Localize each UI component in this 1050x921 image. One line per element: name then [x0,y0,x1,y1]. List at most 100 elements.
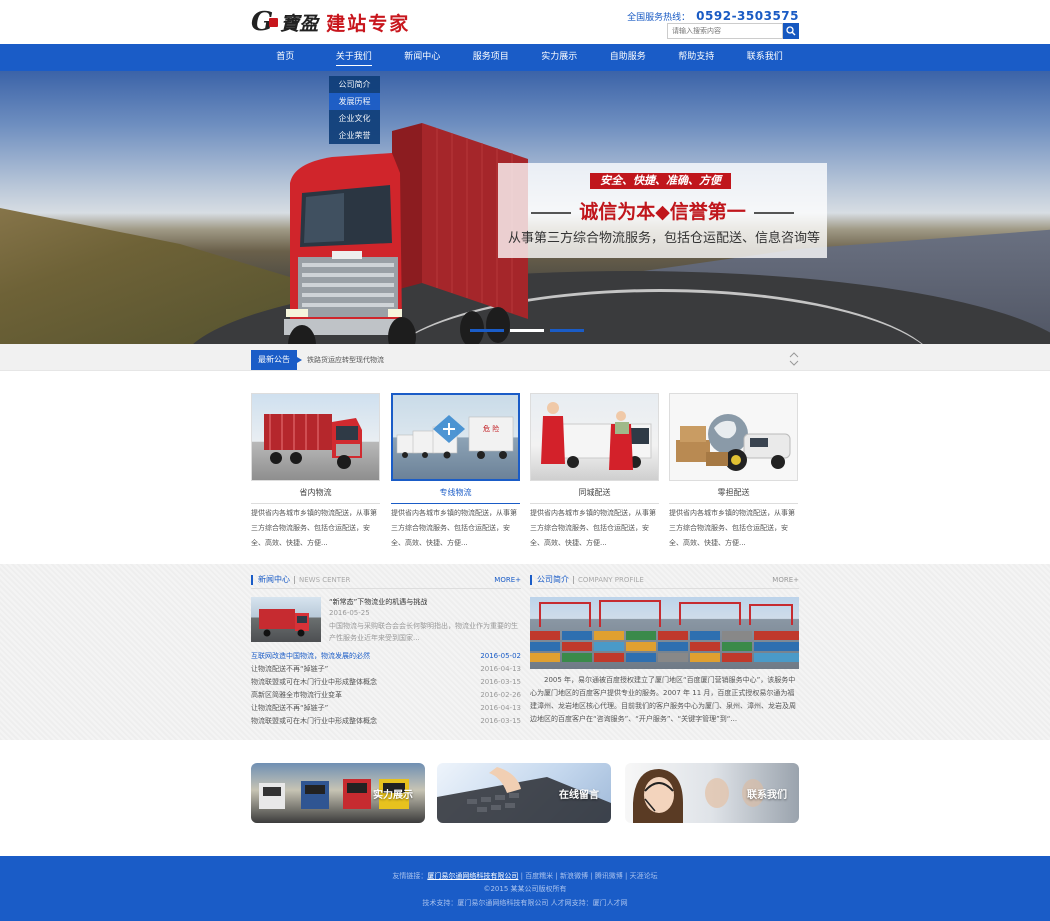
trucks-fleet-icon: 危 险 [396,415,514,459]
logo-seal-icon [269,17,279,27]
news-list-item[interactable]: 让物流配送不再“掉链子” 2016-04-13 [251,663,521,676]
service-card[interactable]: 同城配送 提供省内各城市乡镇的物流配送，从事第三方综合物流服务、包括仓运配送，安… [530,393,659,551]
nav-list: 首页 关于我们 新闻中心 服务项目 实力展示 自助服务 帮助支持 联系我们 [251,44,799,71]
nav-item-self-service[interactable]: 自助服务 [594,44,663,71]
friend-links-label: 友情链接： [392,872,428,880]
search-button[interactable] [783,23,799,39]
news-list: 互联网改造中国物流，物流发展的必然 2016-05-02 让物流配送不再“掉链子”… [251,650,521,728]
news-header: 新闻中心 NEWS CENTER MORE+ [251,575,521,589]
service-image-dedicated[interactable]: 危 险 [391,393,520,481]
logo-text: 建站专家 [326,12,411,35]
friend-link[interactable]: 厦门易尔通网络科技有限公司 [427,872,518,880]
news-list-item[interactable]: 高新区简雅全市物流行业变革 2016-02-26 [251,689,521,702]
news-list-item[interactable]: 物流联盟或可在木门行业中形成整体概念 2016-03-15 [251,715,521,728]
news-item-title[interactable]: 让物流配送不再“掉链子” [251,663,328,676]
service-card[interactable]: 省内物流 提供省内各城市乡镇的物流配送，从事第三方综合物流服务、包括仓运配送，安… [251,393,380,551]
friend-links: 友情链接：厦门易尔通网络科技有限公司 | 百度糯米 | 新浪微博 | 腾讯微博 … [392,872,658,880]
service-name[interactable]: 同城配送 [530,481,659,504]
service-name[interactable]: 专线物流 [391,481,520,504]
news-item-title[interactable]: 高新区简雅全市物流行业变革 [251,689,342,702]
banner-slogan: 安全、快捷、准确、方便 诚信为本◆信誉第一 从事第三方综合物流服务，包括仓运配送… [498,163,827,258]
news-item-title[interactable]: 物流联盟或可在木门行业中形成整体概念 [251,715,377,728]
nav-item-home[interactable]: 首页 [251,44,320,71]
service-card[interactable]: 危 险 专线物流 提供省内各城市乡镇的物流配送，从事第三方综合物流服务、包括仓运… [391,393,520,551]
search-input[interactable] [667,23,783,39]
truck-icon [264,414,362,469]
feature-contact[interactable]: 联系我们 [625,763,799,823]
news-list-item[interactable]: 让物流配送不再“掉链子” 2016-04-13 [251,702,521,715]
news-item-date: 2016-04-13 [480,704,521,712]
service-name[interactable]: 零担配送 [669,481,798,504]
dropdown-item-profile[interactable]: 公司简介 [329,76,380,93]
hotline-number: 0592-3503575 [696,9,799,23]
slogan-tag: 安全、快捷、准确、方便 [590,173,731,189]
friend-link[interactable]: 百度糯米 [525,872,553,880]
company-title: 公司简介 COMPANY PROFILE [530,575,644,585]
news-item-title[interactable]: 互联网改造中国物流，物流发展的必然 [251,650,370,663]
nav-item-contact[interactable]: 联系我们 [731,44,800,71]
slogan-subtitle: 从事第三方综合物流服务，包括仓运配送、信息咨询等 [507,231,820,246]
main-nav: 首页 关于我们 新闻中心 服务项目 实力展示 自助服务 帮助支持 联系我们 [0,44,1050,71]
about-dropdown-menu: 公司简介 发展历程 企业文化 企业荣誉 [329,76,380,144]
logo-calligraphy: 寶盈 [280,12,319,35]
dropdown-item-honors[interactable]: 企业荣誉 [329,127,380,144]
dropdown-item-culture[interactable]: 企业文化 [329,110,380,127]
notice-bar: 最新公告 铁路货运应转型现代物流 [0,344,1050,371]
service-image-city[interactable] [530,393,659,481]
news-featured-summary: 中国物流与采购联合会会长何黎明指出，物流业作为重要的生产性服务业近年来受到国家.… [329,622,518,642]
nav-item-services[interactable]: 服务项目 [457,44,526,71]
feature-strength[interactable]: 实力展示 [251,763,425,823]
service-desc: 提供省内各城市乡镇的物流配送，从事第三方综合物流服务、包括仓运配送，安全、高效、… [669,509,795,547]
service-card[interactable]: 零担配送 提供省内各城市乡镇的物流配送，从事第三方综合物流服务、包括仓运配送，安… [669,393,798,551]
banner-dot[interactable] [510,329,544,332]
company-more-link[interactable]: MORE+ [772,576,799,584]
copyright: ©2015 某某公司版权所有 [483,885,567,893]
friend-link[interactable]: 新浪微博 [560,872,588,880]
news-list-item[interactable]: 互联网改造中国物流，物流发展的必然 2016-05-02 [251,650,521,663]
news-title-text: 新闻中心 [258,575,290,584]
news-item-date: 2016-04-13 [480,665,521,673]
delivery-workers-icon [541,402,652,470]
news-featured-date: 2016-05-25 [329,609,370,617]
news-item-title[interactable]: 让物流配送不再“掉链子” [251,702,328,715]
nav-item-news[interactable]: 新闻中心 [388,44,457,71]
news-item-date: 2016-03-15 [480,717,521,725]
services-section: 省内物流 提供省内各城市乡镇的物流配送，从事第三方综合物流服务、包括仓运配送，安… [0,371,1050,564]
friend-link[interactable]: 腾讯微博 [595,872,623,880]
container-port-icon [530,600,799,662]
chevron-up-icon[interactable] [789,352,799,358]
nav-item-about[interactable]: 关于我们 [320,44,389,71]
feature-label: 联系我们 [747,790,787,801]
service-image-provincial[interactable] [251,393,380,481]
nav-item-strength[interactable]: 实力展示 [525,44,594,71]
dropdown-item-history[interactable]: 发展历程 [329,93,380,110]
slogan-title: 诚信为本◆信誉第一 [498,197,827,224]
company-header: 公司简介 COMPANY PROFILE MORE+ [530,575,799,589]
service-image-ltl[interactable] [669,393,798,481]
news-featured-title[interactable]: “新常态”下物流业的机遇与挑战 [329,597,427,607]
feature-banners: 实力展示 在线留言 联系我们 [0,740,1050,855]
site-footer: 友情链接：厦门易尔通网络科技有限公司 | 百度糯米 | 新浪微博 | 腾讯微博 … [0,856,1050,921]
feature-message[interactable]: 在线留言 [437,763,611,823]
news-item-date: 2016-02-26 [480,691,521,699]
hotline: 全国服务热线： 0592-3503575 [627,9,799,23]
news-item-title[interactable]: 物流联盟或可在木门行业中形成整体概念 [251,676,377,689]
chevron-down-icon[interactable] [789,360,799,366]
news-more-link[interactable]: MORE+ [494,576,521,584]
notice-arrows [789,352,799,366]
banner-dot[interactable] [470,329,504,332]
news-title: 新闻中心 NEWS CENTER [251,575,351,585]
news-list-item[interactable]: 物流联盟或可在木门行业中形成整体概念 2016-03-15 [251,676,521,689]
friend-link[interactable]: 天涯论坛 [630,872,658,880]
news-featured-image[interactable] [251,597,321,642]
service-name[interactable]: 省内物流 [251,481,380,504]
company-image[interactable] [530,597,799,669]
site-logo[interactable]: G 寶盈 建站专家 [251,7,410,37]
search-icon [786,26,796,36]
tech-support: 技术支持：厦门易尔通网络科技有限公司 人才网支持：厦门人才网 [422,899,628,907]
banner-dot[interactable] [550,329,584,332]
notice-text[interactable]: 铁路货运应转型现代物流 [307,350,384,370]
news-featured[interactable]: “新常态”下物流业的机遇与挑战 2016-05-25 中国物流与采购联合会会长何… [251,597,521,647]
news-item-date: 2016-05-02 [480,652,521,660]
nav-item-help[interactable]: 帮助支持 [662,44,731,71]
